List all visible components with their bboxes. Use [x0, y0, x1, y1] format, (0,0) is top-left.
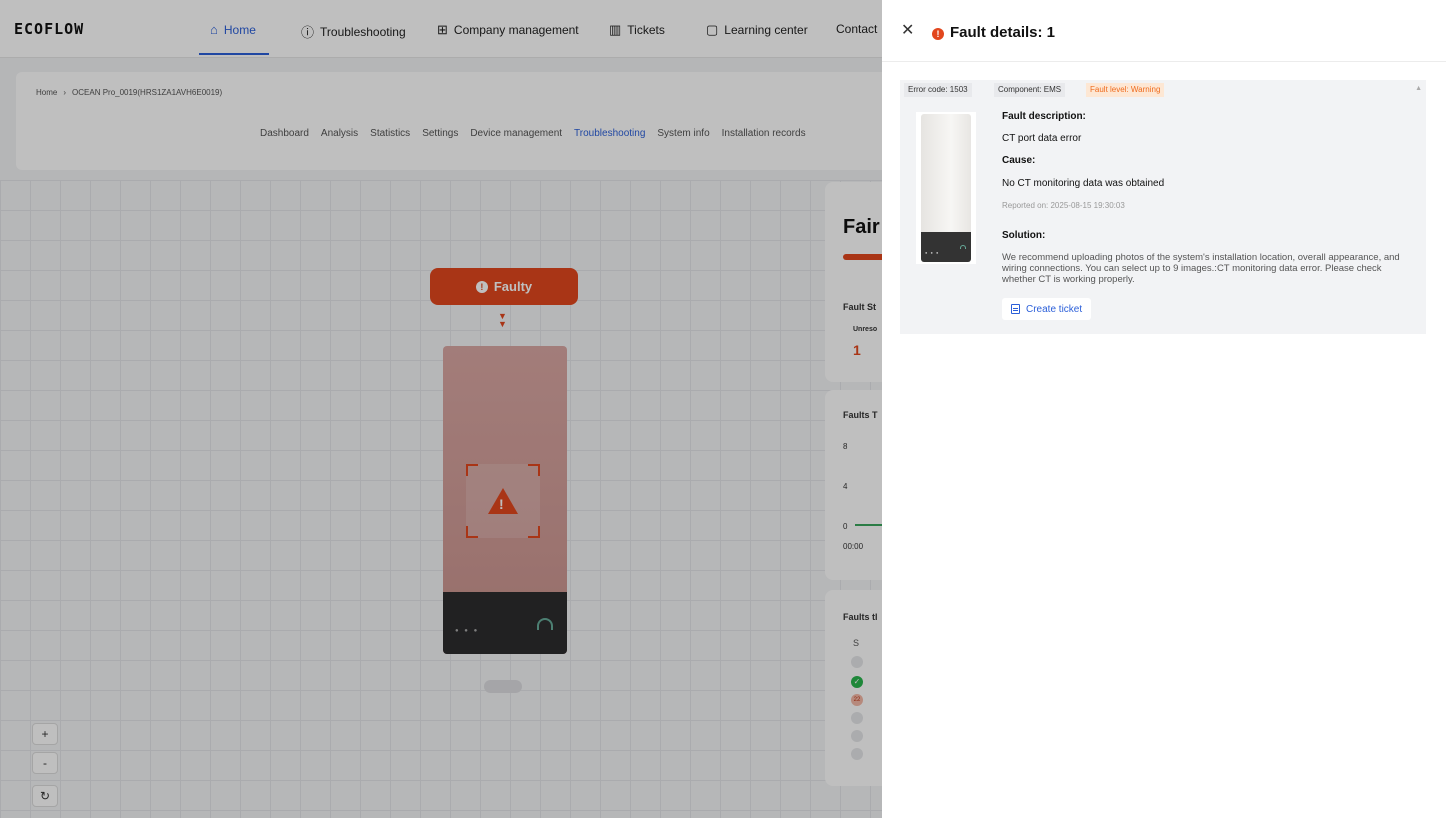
- fault-level-tag: Fault level: Warning: [1086, 83, 1165, 97]
- document-icon: [1011, 304, 1020, 314]
- alert-circle-icon: !: [932, 28, 944, 40]
- drawer-header: ✕ ! Fault details: 1: [882, 0, 1446, 62]
- error-code-tag: Error code: 1503: [904, 83, 972, 97]
- cause-text: No CT monitoring data was obtained: [1002, 178, 1165, 189]
- modal-backdrop[interactable]: [0, 0, 882, 818]
- scroll-up-icon[interactable]: ▲: [1415, 85, 1422, 92]
- create-ticket-button[interactable]: Create ticket: [1002, 298, 1092, 320]
- solution-text: We recommend uploading photos of the sys…: [1002, 252, 1400, 285]
- create-ticket-label: Create ticket: [1026, 303, 1083, 315]
- drawer-title: Fault details: 1: [950, 24, 1056, 41]
- fault-description: CT port data error: [1002, 133, 1082, 144]
- cause-label: Cause:: [1002, 155, 1036, 166]
- close-icon[interactable]: ✕: [901, 23, 914, 39]
- fault-details-drawer: ✕ ! Fault details: 1 Error code: 1503 Co…: [882, 0, 1446, 818]
- component-tag: Component: EMS: [994, 83, 1066, 97]
- fault-description-label: Fault description:: [1002, 111, 1086, 122]
- fault-card: Error code: 1503 Component: EMS Fault le…: [900, 80, 1426, 334]
- solution-label: Solution:: [1002, 230, 1046, 241]
- device-thumbnail[interactable]: ● ● ●: [916, 112, 976, 264]
- reported-on: Reported on: 2025-08-15 19:30:03: [1002, 201, 1125, 210]
